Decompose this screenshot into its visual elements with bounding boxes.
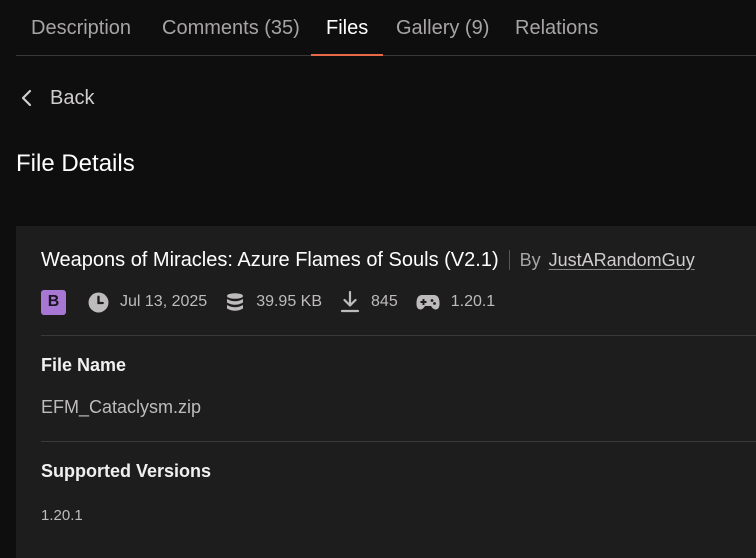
file-header: Weapons of Miracles: Azure Flames of Sou…	[41, 246, 695, 274]
tab-relations[interactable]: Relations	[500, 14, 613, 56]
tab-description[interactable]: Description	[16, 14, 146, 56]
chevron-left-icon	[20, 89, 34, 107]
size-meta: 39.95 KB	[225, 292, 322, 313]
release-type-badge: B	[41, 289, 66, 315]
file-meta: B Jul 13, 2025 39.95 KB 845 1.20.1	[41, 289, 513, 315]
file-name-label: File Name	[41, 355, 127, 375]
supported-versions-value: 1.20.1	[41, 507, 83, 524]
back-label: Back	[50, 86, 95, 109]
page-title: File Details	[16, 150, 135, 177]
author-link[interactable]: JustARandomGuy	[549, 250, 695, 271]
download-icon	[340, 291, 371, 313]
download-count: 845	[371, 293, 398, 310]
gamepad-icon	[416, 293, 451, 311]
tab-files[interactable]: Files	[311, 14, 384, 56]
game-version: 1.20.1	[450, 293, 496, 310]
tab-gallery[interactable]: Gallery (9)	[381, 14, 504, 56]
supported-versions-label: Supported Versions	[41, 461, 212, 481]
tab-comments[interactable]: Comments (35)	[147, 14, 315, 56]
file-card: Weapons of Miracles: Azure Flames of Sou…	[16, 226, 756, 558]
divider	[41, 441, 756, 442]
title-separator	[508, 250, 510, 270]
back-button[interactable]: Back	[20, 84, 94, 112]
file-size: 39.95 KB	[256, 293, 323, 310]
divider	[41, 335, 756, 336]
game-version-meta: 1.20.1	[416, 293, 495, 311]
by-label: By	[519, 249, 541, 270]
file-date: Jul 13, 2025	[120, 293, 208, 310]
date-meta: Jul 13, 2025	[88, 292, 207, 313]
file-title: Weapons of Miracles: Azure Flames of Sou…	[41, 248, 499, 271]
file-name-value: EFM_Cataclysm.zip	[41, 397, 202, 417]
tab-bar: Description Comments (35) Files Gallery …	[16, 0, 756, 56]
clock-icon	[88, 292, 120, 313]
downloads-meta: 845	[340, 291, 398, 313]
database-icon	[225, 292, 256, 313]
